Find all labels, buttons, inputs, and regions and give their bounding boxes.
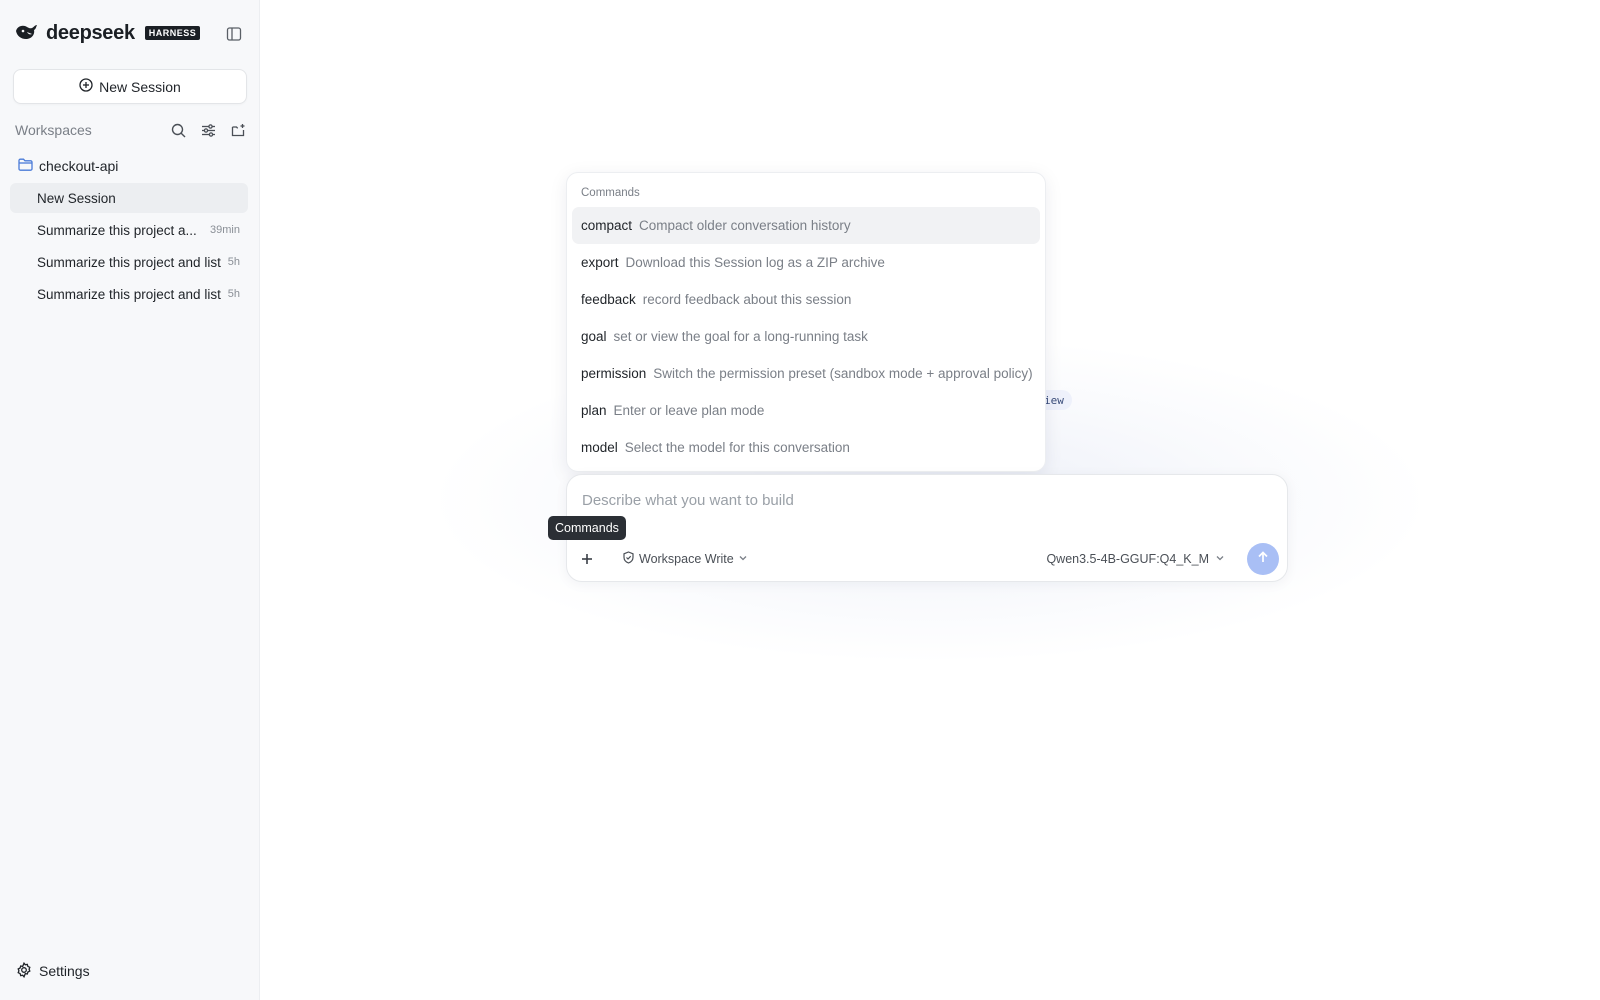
session-label: Summarize this project and list xyxy=(37,286,221,302)
session-item[interactable]: Summarize this project a... 39min xyxy=(10,215,248,245)
model-select[interactable]: Qwen3.5-4B-GGUF:Q4_K_M xyxy=(1046,549,1225,569)
session-label: New Session xyxy=(37,190,116,206)
plus-circle-icon xyxy=(79,78,93,95)
arrow-up-icon xyxy=(1256,550,1270,569)
commands-heading: Commands xyxy=(581,187,640,199)
folder-plus-icon[interactable] xyxy=(229,121,247,139)
brand-badge: HARNESS xyxy=(144,26,201,40)
command-desc: Compact older conversation history xyxy=(639,218,851,233)
whale-icon xyxy=(14,22,40,44)
chevron-down-icon xyxy=(738,552,748,566)
plus-icon[interactable] xyxy=(575,547,599,571)
session-label: Summarize this project and list xyxy=(37,254,221,270)
command-name: permission xyxy=(581,366,647,381)
gear-icon xyxy=(16,961,32,981)
command-item-goal[interactable]: goal set or view the goal for a long-run… xyxy=(572,318,1040,355)
workspaces-label: Workspaces xyxy=(15,122,92,138)
shield-icon xyxy=(622,551,635,567)
command-name: model xyxy=(581,440,618,455)
session-label: Summarize this project a... xyxy=(37,222,197,238)
workspace-folder[interactable]: checkout-api xyxy=(18,156,118,176)
command-item-feedback[interactable]: feedback record feedback about this sess… xyxy=(572,281,1040,318)
new-session-button[interactable]: New Session xyxy=(13,69,247,104)
settings-label: Settings xyxy=(39,963,90,979)
command-name: feedback xyxy=(581,292,636,307)
session-list: New Session Summarize this project a... … xyxy=(10,183,248,311)
command-desc: set or view the goal for a long-running … xyxy=(613,329,868,344)
workspaces-header: Workspaces xyxy=(15,120,247,140)
session-time: 39min xyxy=(210,224,240,236)
folder-icon xyxy=(18,158,33,174)
session-item[interactable]: New Session xyxy=(10,183,248,213)
new-session-label: New Session xyxy=(99,78,181,95)
chevron-down-icon xyxy=(1215,552,1225,566)
command-item-model[interactable]: model Select the model for this conversa… xyxy=(572,429,1040,466)
prompt-input[interactable] xyxy=(582,489,1272,511)
command-name: export xyxy=(581,255,619,270)
search-icon[interactable] xyxy=(169,121,187,139)
permission-label: Workspace Write xyxy=(639,552,734,566)
command-desc: Enter or leave plan mode xyxy=(613,403,765,418)
sidebar-toggle-icon[interactable] xyxy=(224,24,244,44)
permission-select[interactable]: Workspace Write xyxy=(622,549,748,569)
folder-label: checkout-api xyxy=(39,158,119,174)
command-name: compact xyxy=(581,218,633,233)
command-item-plan[interactable]: plan Enter or leave plan mode xyxy=(572,392,1040,429)
command-item-permission[interactable]: permission Switch the permission preset … xyxy=(572,355,1040,392)
command-desc: Switch the permission preset (sandbox mo… xyxy=(653,366,1033,381)
session-item[interactable]: Summarize this project and list 5h xyxy=(10,247,248,277)
session-item[interactable]: Summarize this project and list 5h xyxy=(10,279,248,309)
brand: deepseek HARNESS xyxy=(14,20,201,46)
command-desc: Download this Session log as a ZIP archi… xyxy=(625,255,885,270)
commands-menu: Commands compact Compact older conversat… xyxy=(566,172,1046,472)
command-name: plan xyxy=(581,403,607,418)
sidebar: deepseek HARNESS New Session Workspaces xyxy=(0,0,260,1000)
settings-button[interactable]: Settings xyxy=(16,961,90,981)
session-time: 5h xyxy=(227,256,240,268)
sliders-icon[interactable] xyxy=(199,121,217,139)
command-name: goal xyxy=(581,329,607,344)
command-desc: Select the model for this conversation xyxy=(624,440,850,455)
brand-name: deepseek xyxy=(46,21,135,44)
send-button[interactable] xyxy=(1247,543,1279,575)
command-desc: record feedback about this session xyxy=(642,292,852,307)
commands-tooltip: Commands xyxy=(548,516,626,540)
command-item-compact[interactable]: compact Compact older conversation histo… xyxy=(572,207,1040,244)
composer: Workspace Write Qwen3.5-4B-GGUF:Q4_K_M xyxy=(566,474,1288,582)
command-item-export[interactable]: export Download this Session log as a ZI… xyxy=(572,244,1040,281)
model-label: Qwen3.5-4B-GGUF:Q4_K_M xyxy=(1046,552,1209,566)
session-time: 5h xyxy=(227,288,240,300)
